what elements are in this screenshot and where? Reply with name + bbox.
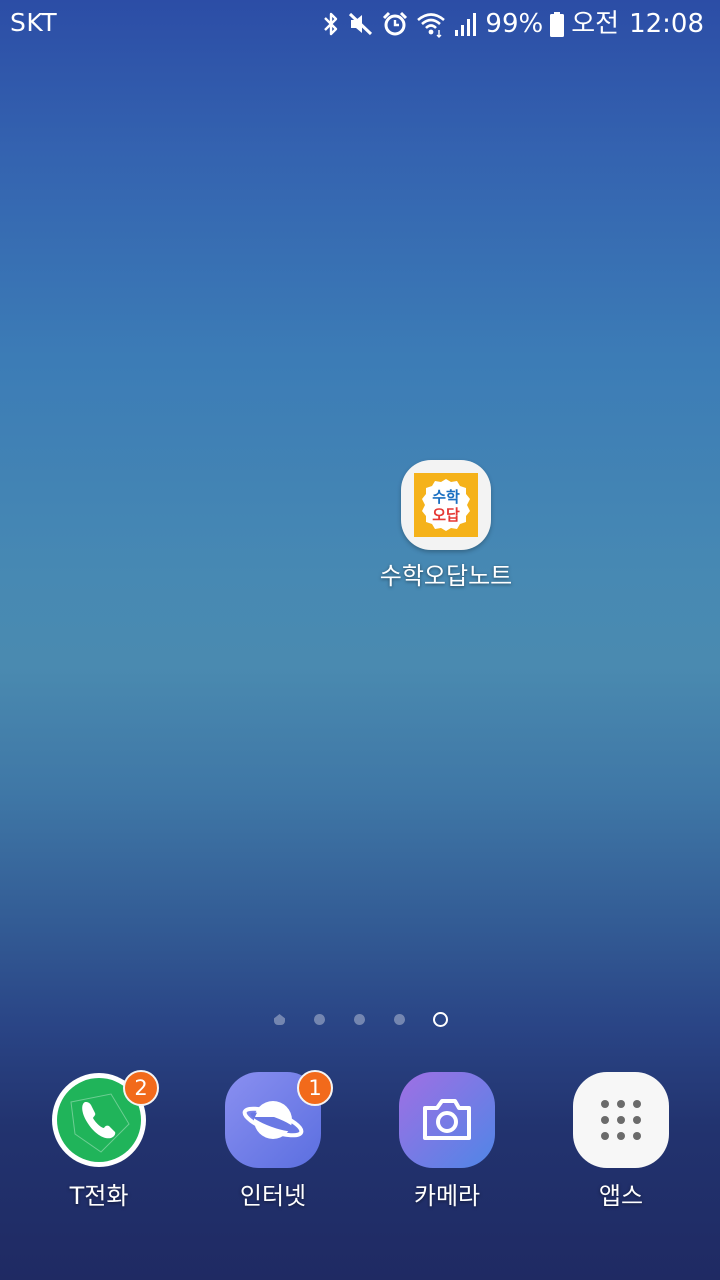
dock-app-apps[interactable]: 앱스 (551, 1072, 691, 1211)
page-dot[interactable] (314, 1014, 325, 1025)
status-icons: 99% 오전 12:08 (321, 6, 704, 42)
battery-icon (549, 10, 565, 38)
dock-app-camera[interactable]: 카메라 (377, 1072, 517, 1211)
dock-app-label: 앱스 (598, 1182, 644, 1210)
shortcut-label: 수학오답노트 (379, 562, 513, 590)
status-bar: SKT 99% 오전 12:08 (0, 0, 720, 48)
internet-app-icon[interactable]: 1 (225, 1070, 333, 1168)
carrier-label: SKT (10, 8, 58, 37)
dock-app-label: 인터넷 (239, 1182, 307, 1210)
dock-app-internet[interactable]: 1 인터넷 (203, 1070, 343, 1211)
camera-icon (423, 1099, 471, 1140)
page-indicator (0, 1010, 720, 1030)
clock-time: 12:08 (629, 9, 704, 39)
alarm-icon (381, 10, 409, 38)
page-dot-active[interactable] (433, 1012, 448, 1027)
app-shortcut-math-note[interactable]: 수학 오답 수학오답노트 (368, 460, 524, 591)
notification-badge: 2 (123, 1070, 159, 1106)
clock-ampm: 오전 (571, 9, 620, 39)
dock-app-label: T전화 (69, 1182, 129, 1210)
math-note-app-icon[interactable]: 수학 오답 (401, 460, 491, 550)
phone-app-icon[interactable]: 2 (51, 1070, 159, 1168)
page-dot[interactable] (354, 1014, 365, 1025)
icon-text-top: 수학 (432, 488, 460, 506)
home-page-dot[interactable] (274, 1014, 285, 1025)
battery-percent: 99% (485, 9, 544, 39)
dock: 2 T전화 1 인터넷 카메라 앱스 (0, 1070, 720, 1222)
bluetooth-icon (321, 10, 341, 38)
dock-app-label: 카메라 (413, 1182, 481, 1210)
apps-grid-icon (601, 1100, 641, 1140)
notification-badge: 1 (297, 1070, 333, 1106)
apps-drawer-icon[interactable] (573, 1072, 669, 1168)
page-dot[interactable] (394, 1014, 405, 1025)
icon-text-bottom: 오답 (432, 506, 460, 524)
mute-icon (347, 10, 375, 38)
planet-icon (242, 1101, 304, 1139)
signal-icon (453, 10, 479, 38)
dock-app-tphone[interactable]: 2 T전화 (29, 1070, 169, 1211)
wifi-icon (415, 10, 447, 38)
camera-app-icon[interactable] (399, 1072, 495, 1168)
